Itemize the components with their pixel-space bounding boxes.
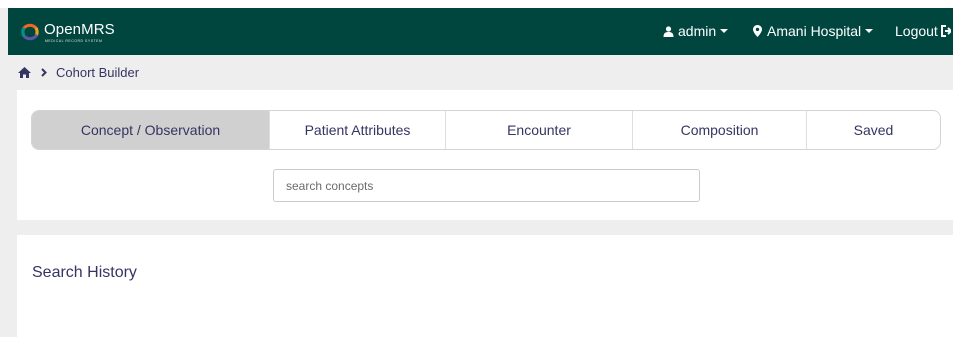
app-name: OpenMRS [44, 21, 115, 38]
location-menu[interactable]: Amani Hospital [753, 23, 874, 39]
sign-out-icon [940, 25, 951, 37]
search-history-title: Search History [32, 264, 137, 281]
breadcrumb-current: Cohort Builder [56, 65, 140, 80]
top-header: OpenMRS Medical Record System admin Aman… [8, 8, 953, 55]
map-marker-icon [753, 25, 762, 37]
breadcrumb: Cohort Builder [8, 55, 953, 90]
openmrs-logo-icon[interactable] [20, 22, 40, 42]
chevron-right-icon [41, 68, 47, 77]
search-history-panel: Search History [17, 235, 953, 337]
app-tagline: Medical Record System [45, 39, 103, 43]
tab-composition[interactable]: Composition [633, 111, 807, 149]
search-concepts-input[interactable] [273, 169, 700, 202]
tab-patient-attributes[interactable]: Patient Attributes [270, 111, 446, 149]
location-menu-label: Amani Hospital [767, 23, 862, 39]
cohort-builder-panel: Concept / Observation Patient Attributes… [17, 90, 953, 220]
tab-encounter[interactable]: Encounter [446, 111, 633, 149]
tab-saved[interactable]: Saved [807, 111, 940, 149]
tab-bar: Concept / Observation Patient Attributes… [31, 110, 941, 150]
top-strip [0, 0, 953, 8]
chevron-down-icon [865, 29, 874, 33]
user-icon [663, 25, 674, 37]
user-menu[interactable]: admin [663, 23, 729, 39]
user-menu-label: admin [678, 23, 717, 39]
tab-concept-observation[interactable]: Concept / Observation [32, 111, 270, 149]
home-icon[interactable] [18, 67, 31, 78]
logout-label: Logout [895, 23, 938, 39]
logout-link[interactable]: Logout [895, 23, 951, 39]
chevron-down-icon [720, 29, 729, 33]
